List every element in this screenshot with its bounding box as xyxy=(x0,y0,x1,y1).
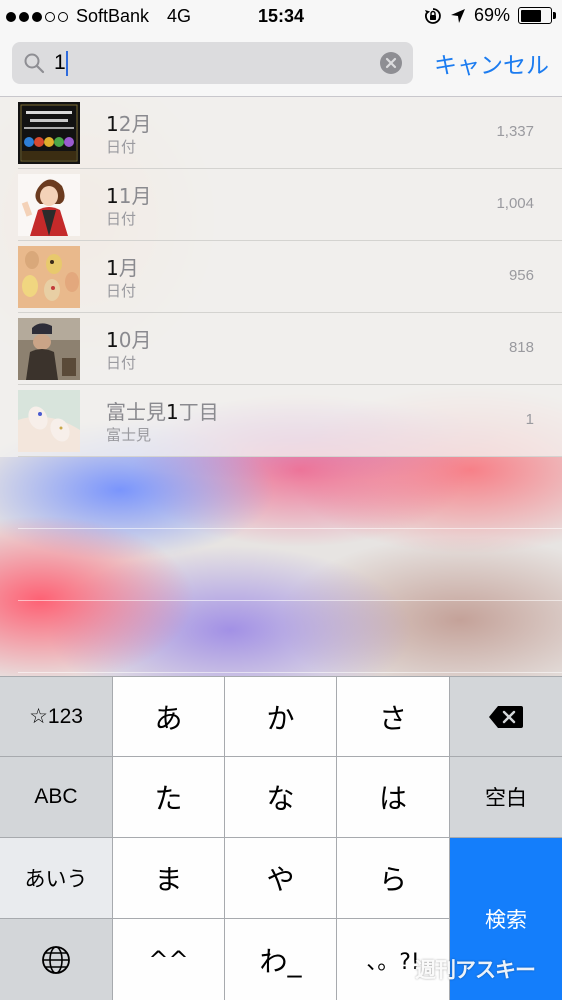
result-subtitle: 日付 xyxy=(106,354,137,372)
search-results-list: 12月 日付 1,337 11月 日付 1,004 1月 日付 956 10月 … xyxy=(0,97,562,673)
search-key[interactable]: 検索 xyxy=(450,838,562,1000)
abc-key[interactable]: ABC xyxy=(0,757,112,837)
cancel-button[interactable]: キャンセル xyxy=(434,46,549,80)
text-cursor xyxy=(66,51,68,76)
globe-icon xyxy=(42,945,70,974)
result-title-prefix: 富士見 xyxy=(106,400,166,424)
search-bar: 1 キャンセル xyxy=(0,34,562,97)
emoticon-key[interactable]: ^^ xyxy=(113,919,224,1000)
result-row[interactable]: 11月 日付 1,004 xyxy=(0,169,562,241)
result-title: 11月 xyxy=(106,180,151,209)
result-subtitle: 富士見 xyxy=(106,426,152,444)
globe-key[interactable] xyxy=(0,919,112,1000)
orientation-lock-icon xyxy=(424,7,441,24)
result-count: 818 xyxy=(508,339,534,356)
search-input[interactable]: 1 xyxy=(12,42,413,84)
result-title-rest: 2月 xyxy=(118,112,152,136)
result-count: 1,004 xyxy=(496,195,534,212)
kana-key-ta[interactable]: た xyxy=(113,757,224,837)
battery-percent: 69% xyxy=(473,5,510,25)
japanese-kana-keyboard: ☆123 ABC あいう あ か さ た な は ま や ら ^^ わ_ 、。?… xyxy=(0,676,562,1000)
result-title-highlight: 1 xyxy=(106,112,119,136)
result-title: 1月 xyxy=(106,252,139,281)
location-arrow-icon xyxy=(450,8,465,23)
result-count: 1 xyxy=(525,411,534,428)
result-subtitle: 日付 xyxy=(106,138,137,156)
kana-key-ha[interactable]: は xyxy=(337,757,449,837)
result-row[interactable]: 富士見1丁目 富士見 1 xyxy=(0,385,562,457)
result-subtitle: 日付 xyxy=(106,282,137,300)
kana-key-sa[interactable]: さ xyxy=(337,677,449,756)
battery-level-fill xyxy=(520,9,541,22)
kana-key-na[interactable]: な xyxy=(225,757,336,837)
result-title-highlight: 1 xyxy=(106,328,119,352)
empty-list-row xyxy=(0,601,562,673)
kana-key-ra[interactable]: ら xyxy=(337,838,449,918)
result-title: 富士見1丁目 xyxy=(106,396,219,425)
empty-list-row xyxy=(0,529,562,601)
numbers-key[interactable]: ☆123 xyxy=(0,677,112,756)
cartoon-character-thumbnail xyxy=(18,174,80,236)
aiu-key[interactable]: あいう xyxy=(0,838,112,918)
result-title: 12月 xyxy=(106,108,151,137)
status-bar: SoftBank 4G 15:34 69% xyxy=(0,0,562,34)
kana-key-a[interactable]: あ xyxy=(113,677,224,756)
empty-list-row xyxy=(0,457,562,529)
result-title-highlight: 1 xyxy=(166,400,179,424)
battery-icon xyxy=(518,7,556,24)
result-row[interactable]: 1月 日付 956 xyxy=(0,241,562,313)
delete-key[interactable] xyxy=(450,677,562,756)
result-title-highlight: 1 xyxy=(106,184,119,208)
kana-key-ya[interactable]: や xyxy=(225,838,336,918)
punctuation-key[interactable]: 、。?! xyxy=(337,919,449,1000)
result-subtitle: 日付 xyxy=(106,210,137,228)
search-input-value: 1 xyxy=(54,51,66,74)
result-row[interactable]: 10月 日付 818 xyxy=(0,313,562,385)
result-title-rest: 1月 xyxy=(118,184,152,208)
result-count: 1,337 xyxy=(496,123,534,140)
result-count: 956 xyxy=(508,267,534,284)
search-icon xyxy=(24,53,45,74)
clear-text-icon[interactable] xyxy=(380,52,402,74)
kana-key-ka[interactable]: か xyxy=(225,677,336,756)
result-title-rest: 丁目 xyxy=(178,400,219,424)
kana-key-wa[interactable]: わ_ xyxy=(225,919,336,1000)
result-title-rest: 0月 xyxy=(118,328,152,352)
result-row[interactable]: 12月 日付 1,337 xyxy=(0,97,562,169)
space-key[interactable]: 空白 xyxy=(450,757,562,837)
outdoor-photo-thumbnail xyxy=(18,318,80,380)
result-title: 10月 xyxy=(106,324,151,353)
nail-art-thumbnail xyxy=(18,246,80,308)
result-title-rest: 月 xyxy=(118,256,139,280)
kana-key-ma[interactable]: ま xyxy=(113,838,224,918)
event-banner-thumbnail xyxy=(18,102,80,164)
delete-icon xyxy=(489,705,523,728)
manicure-thumbnail xyxy=(18,390,80,452)
result-title-highlight: 1 xyxy=(106,256,119,280)
